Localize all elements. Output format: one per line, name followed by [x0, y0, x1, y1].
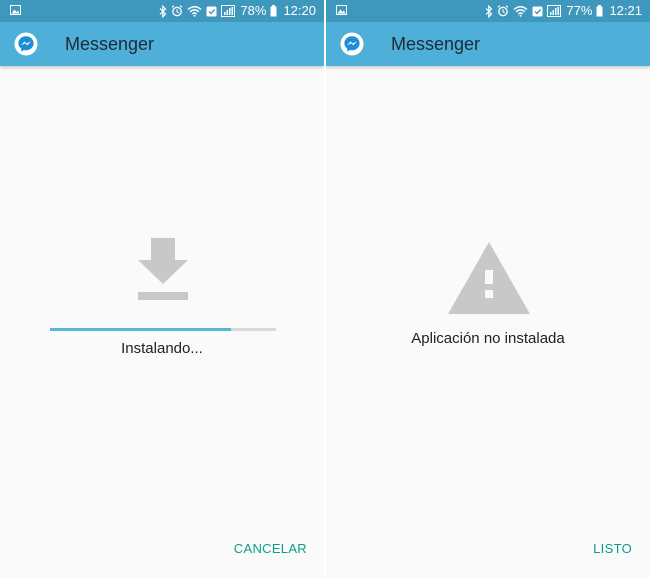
data-saver-icon — [532, 6, 543, 16]
not-installed-message: Aplicación no instalada — [411, 330, 565, 347]
gallery-notification-icon — [336, 5, 347, 15]
alarm-icon — [498, 5, 509, 17]
app-bar: Messenger — [326, 22, 650, 66]
app-title: Messenger — [65, 34, 155, 54]
messenger-icon — [14, 32, 38, 56]
cancel-button[interactable]: CANCELAR — [234, 541, 307, 556]
wifi-icon — [513, 6, 528, 17]
battery-percent: 77% — [566, 3, 593, 18]
bluetooth-icon — [159, 4, 167, 18]
clock: 12:20 — [283, 3, 316, 18]
wifi-icon — [187, 6, 202, 17]
app-bar: Messenger — [0, 22, 324, 66]
status-bar: 77% 12:21 — [326, 0, 650, 22]
gallery-notification-icon — [10, 5, 21, 15]
battery-percent: 78% — [240, 3, 267, 18]
download-icon — [138, 238, 188, 300]
warning-icon — [448, 242, 530, 314]
signal-icon — [221, 5, 236, 17]
signal-icon — [547, 5, 562, 17]
install-content: Instalando... CANCELAR — [0, 66, 324, 578]
done-button[interactable]: LISTO — [593, 541, 632, 556]
alarm-icon — [172, 5, 183, 17]
install-failed-screen: 77% 12:21 Messenger Aplicación no instal… — [326, 0, 650, 578]
app-title: Messenger — [391, 34, 481, 54]
battery-icon — [596, 5, 603, 17]
data-saver-icon — [206, 6, 217, 16]
result-content: Aplicación no instalada LISTO — [326, 66, 650, 578]
status-bar: 78% 12:20 — [0, 0, 324, 22]
bluetooth-icon — [485, 4, 493, 18]
installing-status-text: Instalando... — [121, 340, 203, 357]
install-progress-bar — [50, 328, 276, 331]
install-progress-fill — [50, 328, 231, 331]
clock: 12:21 — [609, 3, 642, 18]
installing-screen: 78% 12:20 Messenger Instalando... CANCEL… — [0, 0, 324, 578]
messenger-icon — [340, 32, 364, 56]
battery-icon — [270, 5, 277, 17]
